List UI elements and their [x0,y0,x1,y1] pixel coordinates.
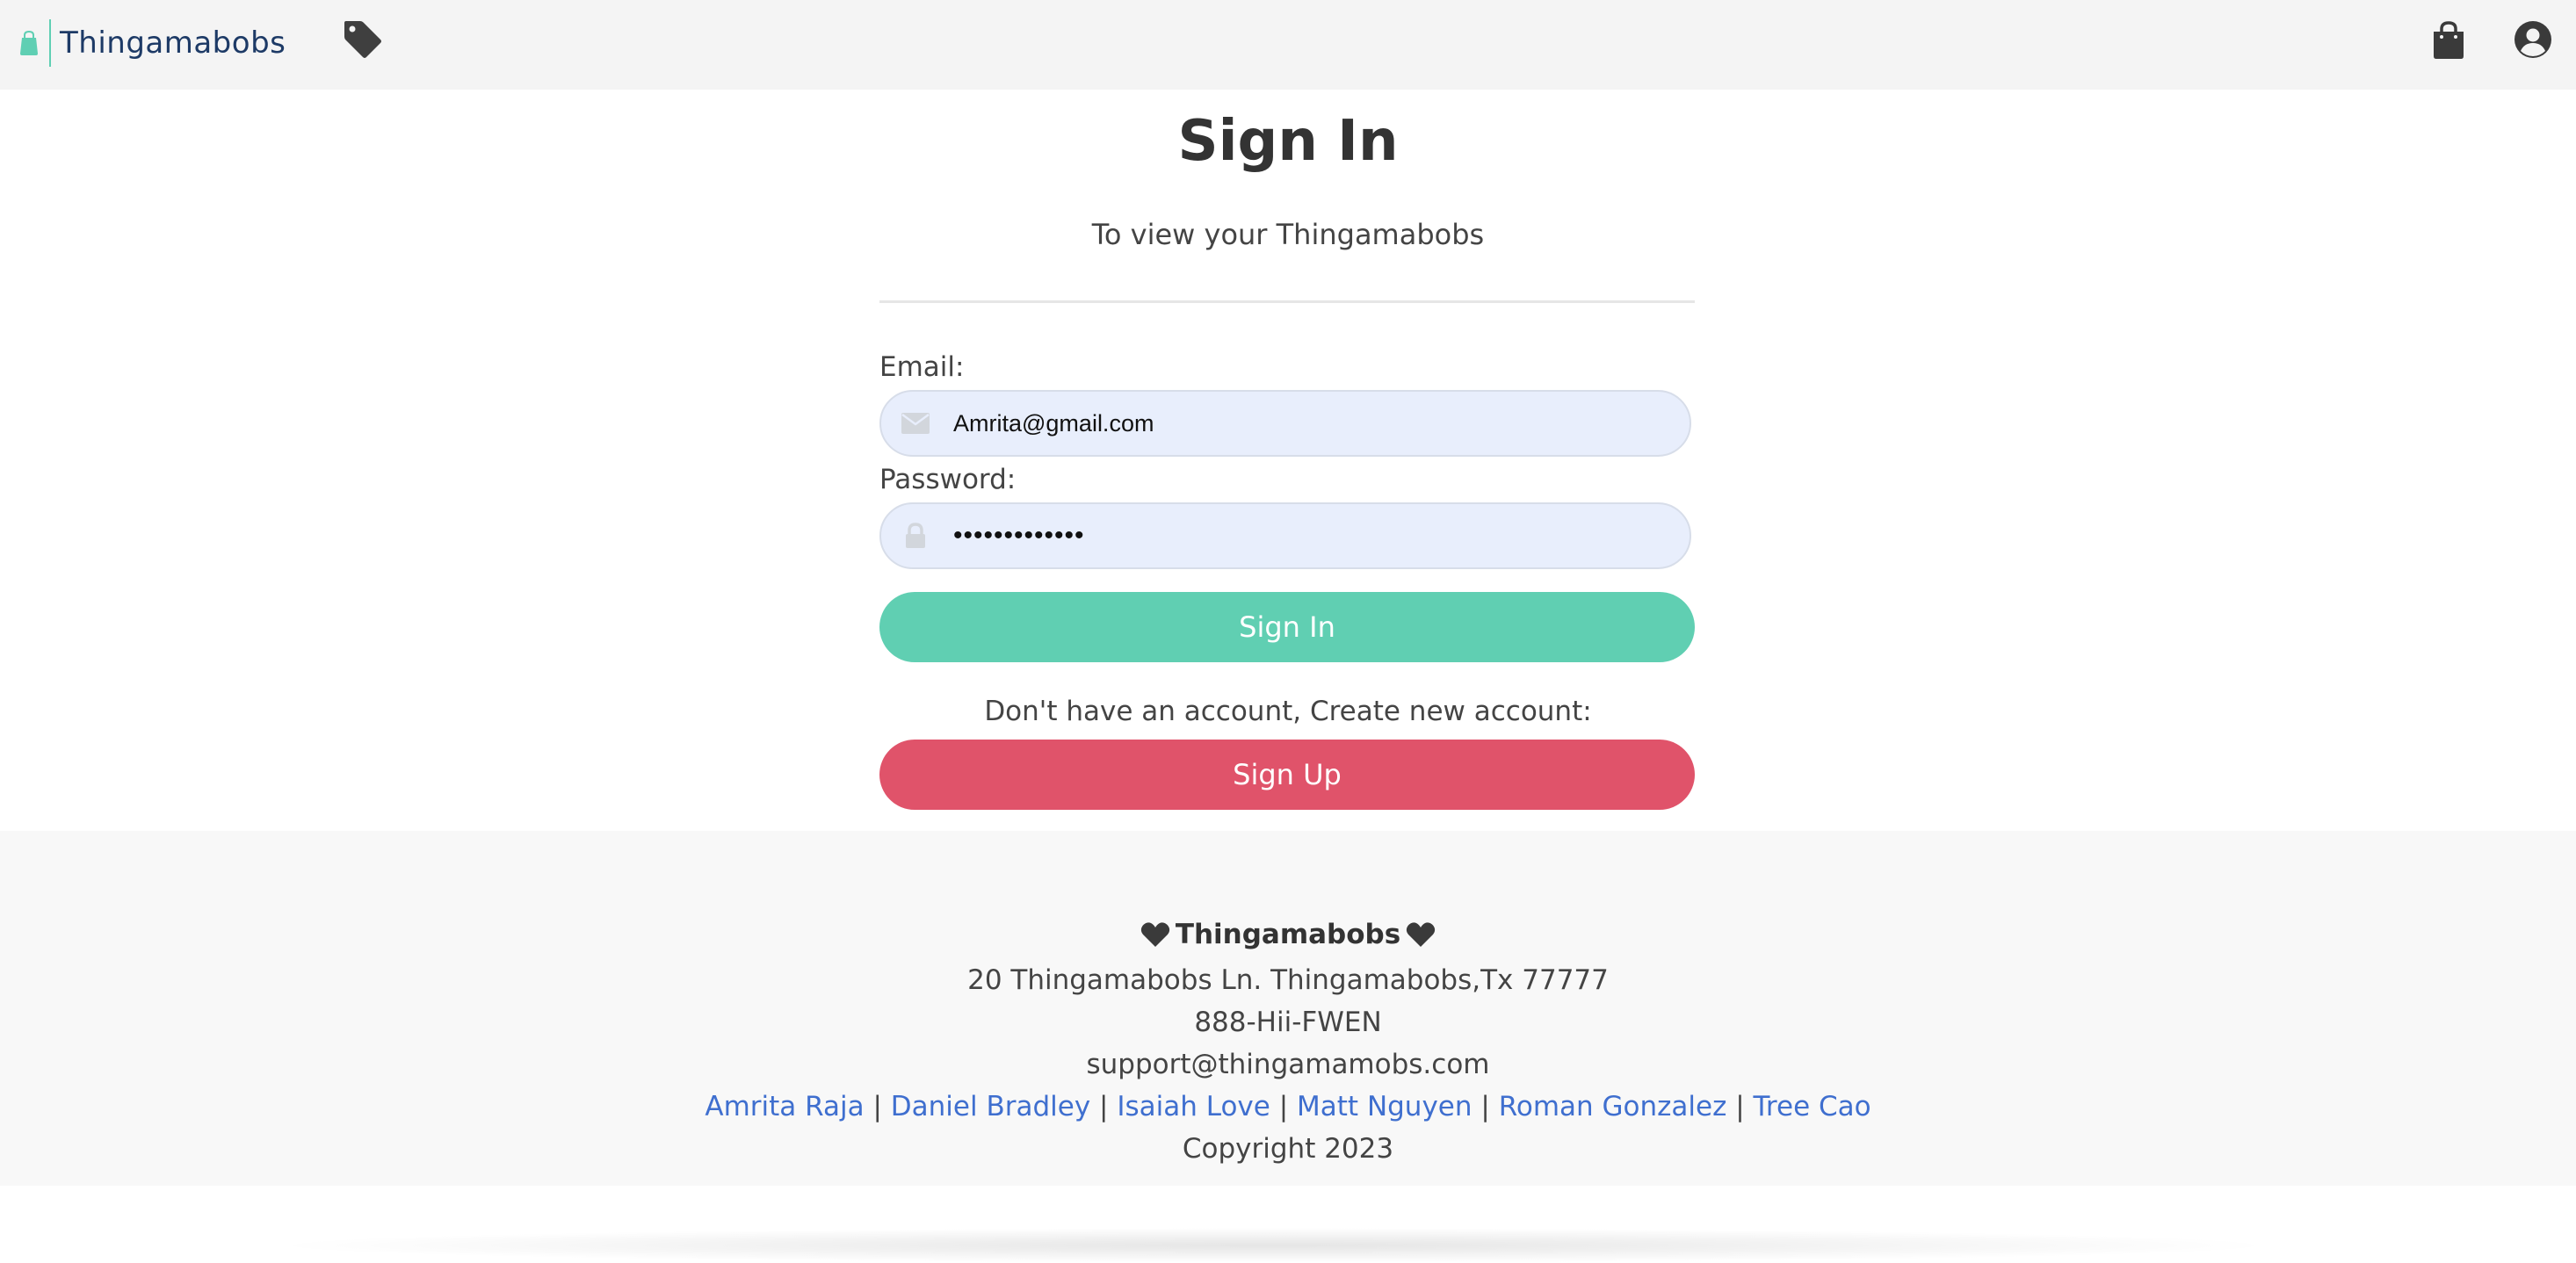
footer-team-links: Amrita Raja | Daniel Bradley | Isaiah Lo… [0,1091,2576,1122]
heart-icon [1140,922,1169,947]
separator: | [1735,1091,1745,1122]
password-input[interactable] [953,509,1690,562]
footer-address: 20 Thingamabobs Ln. Thingamabobs,Tx 7777… [967,964,1609,996]
heart-icon [1407,922,1436,947]
page-title: Sign In [1177,109,1399,174]
email-label: Email: [879,351,965,383]
separator: | [1099,1091,1109,1122]
team-link-roman-gonzalez[interactable]: Roman Gonzalez [1499,1091,1727,1122]
sign-in-button[interactable]: Sign In [879,592,1695,662]
navbar: Thingamabobs [0,0,2576,90]
bottom-shadow [264,1228,2284,1263]
divider [879,300,1695,303]
page-subtitle: To view your Thingamabobs [1091,218,1485,251]
brand-logo[interactable]: Thingamabobs [19,19,286,67]
separator: | [1480,1091,1490,1122]
footer-phone: 888-Hii-FWEN [1194,1007,1382,1038]
separator: | [1278,1091,1289,1122]
footer: Thingamabobs 20 Thingamabobs Ln. Thingam… [0,831,2576,1186]
email-input[interactable] [953,397,1690,450]
password-field[interactable] [879,502,1691,569]
team-link-daniel-bradley[interactable]: Daniel Bradley [891,1091,1090,1122]
separator: | [872,1091,882,1122]
user-circle-icon[interactable] [2514,20,2552,59]
tag-icon[interactable] [343,19,383,60]
footer-email: support@thingamamobs.com [1086,1049,1490,1080]
team-link-tree-cao[interactable]: Tree Cao [1754,1091,1871,1122]
envelope-icon [901,413,930,434]
password-label: Password: [879,464,1017,495]
team-link-isaiah-love[interactable]: Isaiah Love [1117,1091,1270,1122]
brand-divider [49,19,51,67]
team-link-amrita-raja[interactable]: Amrita Raja [705,1091,864,1122]
shopping-bag-icon[interactable] [2431,21,2466,60]
footer-brand-name: Thingamabobs [1175,919,1401,950]
sign-up-button[interactable]: Sign Up [879,740,1695,810]
signin-panel: Sign In To view your Thingamabobs Email:… [0,90,2576,831]
create-account-prompt: Don't have an account, Create new accoun… [984,696,1592,727]
team-link-matt-nguyen[interactable]: Matt Nguyen [1297,1091,1473,1122]
lock-icon [906,523,925,548]
footer-copyright: Copyright 2023 [1182,1133,1394,1165]
shopping-bag-logo-icon [20,31,38,55]
brand-name[interactable]: Thingamabobs [60,25,286,61]
footer-brand: Thingamabobs [0,919,2576,950]
email-field[interactable] [879,390,1691,457]
